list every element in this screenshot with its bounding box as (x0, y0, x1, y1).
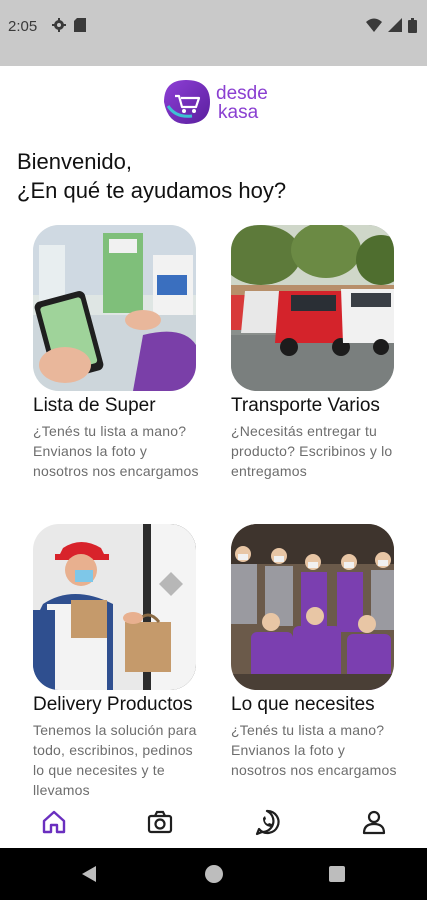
gear-icon (52, 18, 66, 32)
whatsapp-icon (255, 809, 280, 836)
signal-icon (388, 18, 402, 32)
system-nav-bar (0, 848, 427, 900)
logo-word1: desde (216, 83, 268, 104)
card-title: Lista de Super (33, 395, 156, 416)
back-icon[interactable] (80, 865, 98, 883)
card-transporte-varios[interactable]: Transporte Varios ¿Necesitás entregar tu… (231, 225, 401, 481)
nav-home[interactable] (40, 808, 70, 838)
card-title: Transporte Varios (231, 395, 380, 416)
team-group-photo (231, 524, 394, 690)
grocery-list-photo (33, 225, 196, 391)
parked-cars-photo (231, 225, 394, 391)
delivery-person-photo (33, 524, 196, 690)
logo-word2: kasa (218, 102, 259, 123)
battery-icon (408, 18, 417, 33)
greeting: Bienvenido, ¿En qué te ayudamos hoy? (17, 147, 286, 205)
nav-camera[interactable] (146, 808, 176, 838)
card-description: Tenemos la solución para todo, escribino… (33, 722, 197, 798)
bottom-nav (0, 798, 427, 848)
card-lo-que-necesites[interactable]: Lo que necesites ¿Tenés tu lista a mano?… (231, 524, 401, 780)
status-time: 2:05 (8, 18, 38, 35)
card-delivery-productos[interactable]: Delivery Productos Tenemos la solución p… (33, 524, 203, 800)
card-description: ¿Tenés tu lista a mano? Envianos la foto… (33, 423, 199, 479)
home-circle-icon[interactable] (204, 864, 224, 884)
brand-logo: desde kasa (158, 76, 278, 128)
recents-icon[interactable] (329, 866, 345, 882)
status-bar: 2:05 (0, 0, 427, 66)
card-lista-super[interactable]: Lista de Super ¿Tenés tu lista a mano? E… (33, 225, 203, 481)
nav-whatsapp[interactable] (253, 808, 283, 838)
nav-profile[interactable] (360, 808, 390, 838)
card-title: Delivery Productos (33, 694, 193, 715)
sd-card-icon (74, 18, 86, 32)
greeting-line1: Bienvenido, (17, 149, 132, 174)
profile-icon (362, 810, 386, 835)
home-icon (42, 810, 66, 834)
greeting-line2: ¿En qué te ayudamos hoy? (17, 178, 287, 203)
wifi-icon (366, 18, 382, 32)
card-title: Lo que necesites (231, 694, 375, 715)
card-description: ¿Necesitás entregar tu producto? Escribi… (231, 423, 393, 479)
card-description: ¿Tenés tu lista a mano? Envianos la foto… (231, 722, 397, 778)
camera-icon (147, 810, 173, 834)
